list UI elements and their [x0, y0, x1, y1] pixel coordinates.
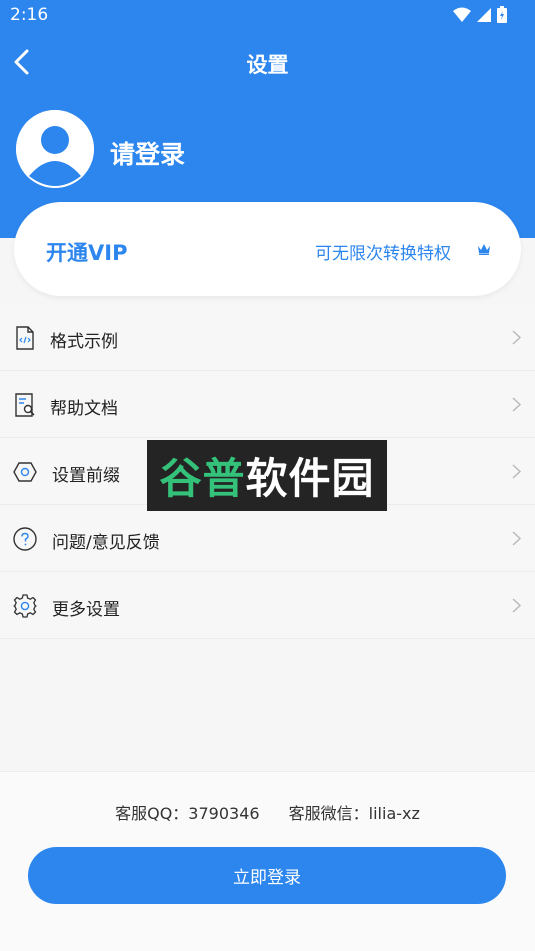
chevron-right-icon — [512, 464, 521, 479]
menu-item-label: 设置前缀 — [52, 466, 120, 486]
avatar[interactable] — [16, 110, 94, 188]
customer-service-info: 客服QQ：3790346 客服微信：lilia-xz — [0, 800, 535, 824]
watermark-text-green: 谷普 — [159, 454, 246, 503]
menu-item-more-settings[interactable]: 更多设置 — [0, 572, 535, 639]
status-bar: 2:16 — [0, 0, 535, 30]
question-circle-icon — [13, 527, 37, 551]
crown-icon — [478, 244, 490, 255]
vip-description: 可无限次转换特权 — [315, 244, 451, 264]
vip-title: 开通VIP — [46, 241, 128, 265]
menu-item-label: 格式示例 — [50, 332, 118, 352]
page-title: 设置 — [246, 53, 289, 77]
chevron-right-icon — [512, 598, 521, 613]
gear-icon — [13, 594, 37, 618]
chevron-right-icon — [512, 330, 521, 345]
file-code-icon — [16, 326, 34, 350]
footer: 客服QQ：3790346 客服微信：lilia-xz 立即登录 — [0, 771, 535, 951]
signal-icon — [477, 7, 491, 22]
login-prompt[interactable]: 请登录 — [110, 135, 185, 171]
menu-item-label: 更多设置 — [52, 600, 120, 620]
service-wechat: 客服微信：lilia-xz — [288, 804, 420, 823]
status-time: 2:16 — [10, 5, 49, 25]
hexagon-icon — [13, 462, 37, 482]
service-qq: 客服QQ：3790346 — [115, 804, 260, 823]
watermark-logo: 谷普软件园 — [147, 440, 387, 511]
document-search-icon — [15, 393, 35, 417]
status-icons — [453, 6, 507, 23]
user-avatar-icon — [16, 110, 94, 188]
menu-item-label: 问题/意见反馈 — [52, 533, 160, 553]
chevron-right-icon — [512, 397, 521, 412]
battery-icon — [497, 6, 507, 23]
menu-item-feedback[interactable]: 问题/意见反馈 — [0, 505, 535, 572]
vip-card[interactable]: 开通VIP 可无限次转换特权 — [14, 202, 521, 296]
menu-item-help-docs[interactable]: 帮助文档 — [0, 371, 535, 438]
chevron-right-icon — [512, 531, 521, 546]
wifi-icon — [453, 7, 471, 22]
login-button[interactable]: 立即登录 — [28, 847, 506, 904]
watermark-text-white: 软件园 — [245, 454, 375, 503]
menu-item-format-examples[interactable]: 格式示例 — [0, 304, 535, 371]
menu-item-label: 帮助文档 — [50, 399, 118, 419]
